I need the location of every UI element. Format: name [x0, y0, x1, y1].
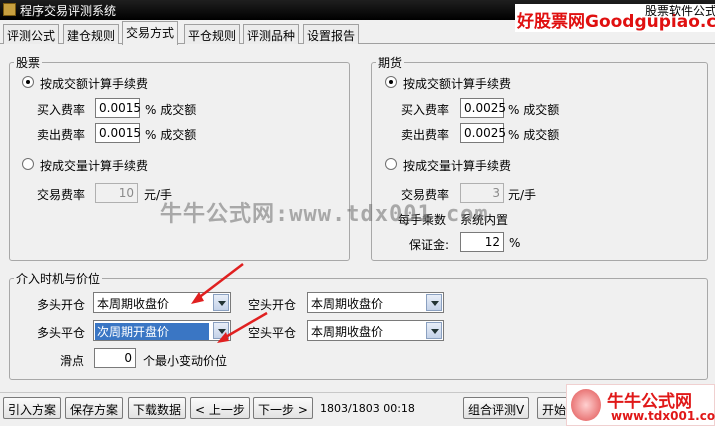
stock-buy-rate-input[interactable]: 0.0015: [95, 98, 141, 118]
app-icon: [3, 3, 16, 16]
download-data-button[interactable]: 下载数据: [128, 397, 187, 419]
futures-margin-input[interactable]: 12: [460, 232, 504, 252]
progress-text: 1803/1803 00:18: [320, 402, 415, 415]
short-open-select[interactable]: 本周期收盘价: [307, 292, 444, 313]
tab-close-rules[interactable]: 平仓规则: [184, 24, 241, 44]
short-close-select[interactable]: 本周期收盘价: [307, 320, 444, 341]
stock-buy-label: 买入费率: [37, 103, 86, 117]
long-close-select[interactable]: 次周期开盘价: [93, 320, 231, 341]
save-scheme-button[interactable]: 保存方案: [65, 397, 124, 419]
stock-sell-rate-input[interactable]: 0.0015: [95, 123, 141, 143]
short-open-value: 本周期收盘价: [311, 297, 384, 311]
combo-eval-button[interactable]: 组合评测V: [463, 397, 530, 419]
tab-formula[interactable]: 评测公式: [3, 24, 60, 44]
stock-fee-input[interactable]: 10: [95, 183, 138, 203]
futures-legend: 期货: [378, 56, 403, 70]
tab-instruments[interactable]: 评测品种: [243, 24, 300, 44]
futures-volume-radio[interactable]: [385, 158, 397, 170]
site-logo-bottom: 牛牛公式网 www.tdx001.com: [566, 384, 715, 426]
timing-legend: 介入时机与价位: [16, 272, 101, 286]
chevron-down-icon[interactable]: [426, 322, 442, 339]
logo-url: www.tdx001.com: [611, 409, 715, 423]
stock-sell-label: 卖出费率: [37, 128, 86, 142]
futures-margin-unit: %: [509, 236, 521, 250]
stock-volume-label: 按成交量计算手续费: [40, 159, 149, 173]
long-open-label: 多头开仓: [37, 298, 86, 312]
stock-legend: 股票: [16, 56, 41, 70]
long-open-select[interactable]: 本周期收盘价: [93, 292, 231, 313]
futures-amount-radio[interactable]: [385, 76, 397, 88]
chevron-down-icon[interactable]: [426, 294, 442, 311]
chevron-down-icon[interactable]: [213, 322, 229, 339]
long-open-value: 本周期收盘价: [97, 297, 170, 311]
futures-buy-unit: % 成交额: [508, 103, 560, 117]
tab-open-rules[interactable]: 建仓规则: [63, 24, 120, 44]
stock-buy-unit: % 成交额: [145, 103, 197, 117]
site-watermark-center: 牛牛公式网:www.tdx001.com: [160, 202, 489, 227]
site-tagline: 股票软件公式: [645, 4, 715, 18]
stock-sell-unit: % 成交额: [145, 128, 197, 142]
futures-buy-label: 买入费率: [401, 103, 450, 117]
tab-report-settings[interactable]: 设置报告: [303, 24, 360, 44]
tab-trade-method[interactable]: 交易方式: [122, 21, 179, 45]
site-watermark-top: 好股票网Goodgupiao.com 股票软件公式: [515, 4, 715, 32]
futures-buy-rate-input[interactable]: 0.0025: [460, 98, 506, 118]
chevron-down-icon[interactable]: [213, 294, 229, 311]
short-open-label: 空头开仓: [248, 298, 297, 312]
slippage-unit: 个最小变动价位: [143, 354, 228, 368]
stock-amount-radio[interactable]: [22, 76, 34, 88]
short-close-label: 空头平仓: [248, 326, 297, 340]
futures-amount-label: 按成交额计算手续费: [403, 77, 512, 91]
next-step-button[interactable]: 下一步 >: [253, 397, 313, 419]
futures-sell-rate-input[interactable]: 0.0025: [460, 123, 506, 143]
futures-fee-unit: 元/手: [508, 188, 537, 202]
slippage-label: 滑点: [60, 354, 85, 368]
long-close-value: 次周期开盘价: [95, 323, 209, 340]
stock-amount-label: 按成交额计算手续费: [40, 77, 149, 91]
stock-fee-label: 交易费率: [37, 188, 86, 202]
slippage-input[interactable]: 0: [94, 348, 136, 368]
short-close-value: 本周期收盘价: [311, 325, 384, 339]
import-scheme-button[interactable]: 引入方案: [3, 397, 62, 419]
stock-volume-radio[interactable]: [22, 158, 34, 170]
futures-volume-label: 按成交量计算手续费: [403, 159, 512, 173]
futures-margin-label: 保证金:: [409, 238, 450, 252]
window-title: 程序交易评测系统: [20, 4, 117, 18]
long-close-label: 多头平仓: [37, 326, 86, 340]
futures-sell-unit: % 成交额: [508, 128, 560, 142]
prev-step-button[interactable]: < 上一步: [190, 397, 250, 419]
futures-sell-label: 卖出费率: [401, 128, 450, 142]
mascot-icon: [571, 389, 601, 421]
